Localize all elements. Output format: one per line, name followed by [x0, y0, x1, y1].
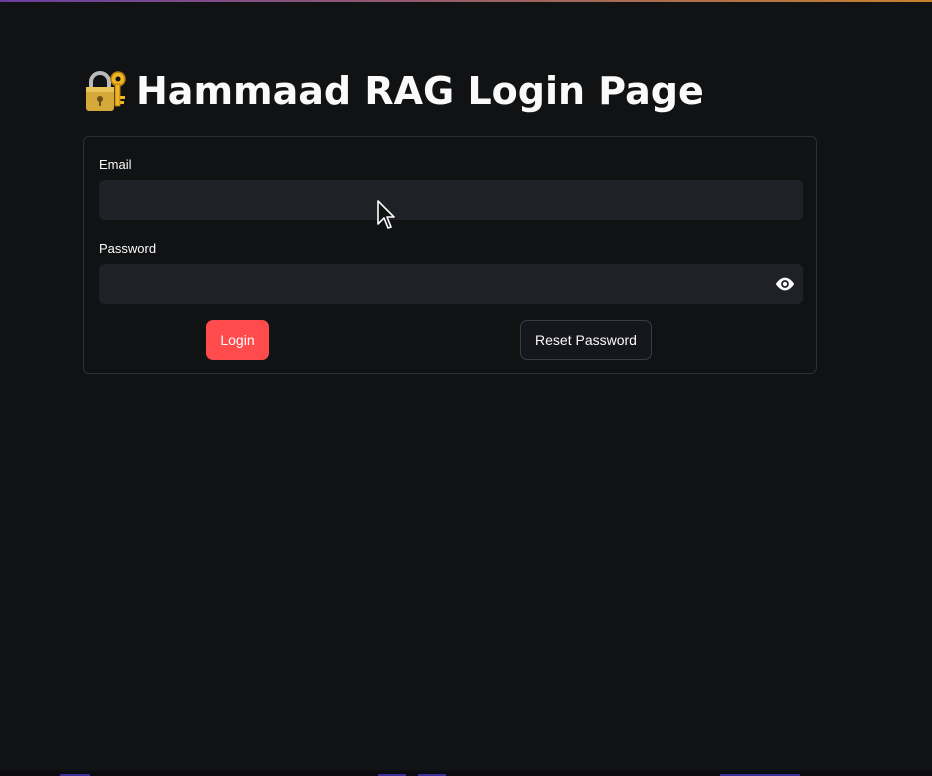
lock-with-key-icon: [86, 71, 126, 111]
login-button[interactable]: Login: [206, 320, 269, 360]
top-accent-bar: [0, 0, 932, 2]
email-label: Email: [99, 157, 132, 172]
app-root: Hammaad RAG Login Page Email Password Lo…: [0, 0, 932, 776]
page-title: Hammaad RAG Login Page: [136, 69, 704, 113]
reset-password-button[interactable]: Reset Password: [520, 320, 652, 360]
eye-icon[interactable]: [774, 276, 796, 292]
title-row: Hammaad RAG Login Page: [82, 68, 704, 114]
password-field[interactable]: [99, 264, 803, 304]
password-label: Password: [99, 241, 157, 256]
email-field[interactable]: [99, 180, 803, 220]
mouse-cursor-icon: [377, 200, 395, 229]
login-form: Email Password Login Reset Password: [83, 136, 817, 374]
password-field-wrapper: [84, 264, 818, 304]
